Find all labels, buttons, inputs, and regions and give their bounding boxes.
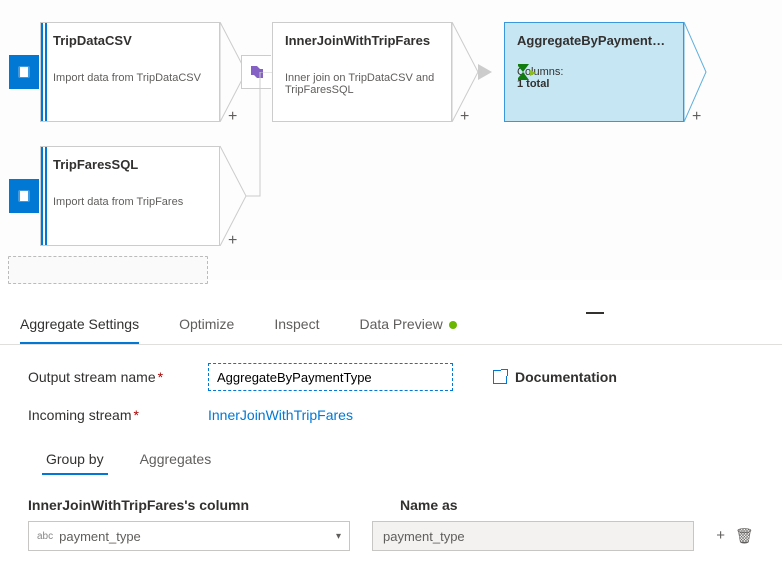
- node-tripfares[interactable]: TripFaresSQL Import data from TripFares: [40, 146, 220, 246]
- node-title: TripFaresSQL: [41, 147, 219, 176]
- node-subtitle: Inner join on TripDataCSV and TripFaresS…: [273, 52, 451, 106]
- chevron-down-icon: ▾: [336, 531, 341, 542]
- node-subtitle: Import data from TripDataCSV: [41, 52, 219, 94]
- ghost-placeholder[interactable]: [8, 256, 208, 284]
- documentation-label: Documentation: [515, 369, 617, 385]
- stripe: [41, 23, 47, 121]
- source-icon: [9, 55, 39, 89]
- external-link-icon: [493, 370, 507, 384]
- elbow-connector: [220, 72, 280, 246]
- connector-arrow-end: [684, 22, 714, 122]
- node-title: InnerJoinWithTripFares: [273, 23, 451, 52]
- incoming-stream-link[interactable]: InnerJoinWithTripFares: [208, 407, 353, 423]
- subtab-groupby[interactable]: Group by: [42, 445, 108, 475]
- settings-tabs: Aggregate Settings Optimize Inspect Data…: [0, 300, 782, 345]
- delete-row-button[interactable]: 🗑: [735, 527, 754, 545]
- node-tripdata[interactable]: TripDataCSV Import data from TripDataCSV: [40, 22, 220, 122]
- connector-arrow: [452, 22, 492, 122]
- source-icon: [9, 179, 39, 213]
- groupby-tabs: Group by Aggregates: [28, 439, 754, 475]
- incoming-stream-label: Incoming stream*: [28, 407, 208, 423]
- tab-inspect[interactable]: Inspect: [274, 310, 319, 344]
- tab-optimize[interactable]: Optimize: [179, 310, 234, 344]
- tab-aggregate-settings[interactable]: Aggregate Settings: [20, 310, 139, 344]
- node-title: TripDataCSV: [41, 23, 219, 52]
- node-title: AggregateByPaymentTy...: [505, 23, 683, 52]
- column-header-alias: Name as: [400, 497, 458, 513]
- stripe: [41, 147, 47, 245]
- alias-input[interactable]: [372, 521, 694, 551]
- type-badge: abc: [37, 531, 53, 542]
- column-header-source: InnerJoinWithTripFares's column: [28, 497, 376, 513]
- output-stream-label: Output stream name*: [28, 369, 208, 385]
- add-row-button[interactable]: +: [716, 527, 725, 545]
- node-aggregate[interactable]: AggregateByPaymentTy... Columns: 1 total: [504, 22, 684, 122]
- node-subtitle: Import data from TripFares: [41, 176, 219, 218]
- output-stream-input[interactable]: [208, 363, 453, 391]
- collapse-handle[interactable]: [586, 312, 604, 314]
- source-column-dropdown[interactable]: abc payment_type ▾: [28, 521, 350, 551]
- tab-label: Data Preview: [359, 316, 442, 332]
- aggregate-icon: [515, 61, 537, 86]
- node-join[interactable]: InnerJoinWithTripFares Inner join on Tri…: [272, 22, 452, 122]
- preview-status-icon: [449, 321, 457, 329]
- subtab-aggregates[interactable]: Aggregates: [136, 445, 216, 475]
- tab-data-preview[interactable]: Data Preview: [359, 310, 456, 344]
- settings-panel: Output stream name* Documentation Incomi…: [0, 345, 782, 569]
- documentation-link[interactable]: Documentation: [493, 369, 617, 385]
- dropdown-value: payment_type: [59, 529, 141, 544]
- dataflow-canvas[interactable]: TripDataCSV Import data from TripDataCSV…: [0, 0, 782, 280]
